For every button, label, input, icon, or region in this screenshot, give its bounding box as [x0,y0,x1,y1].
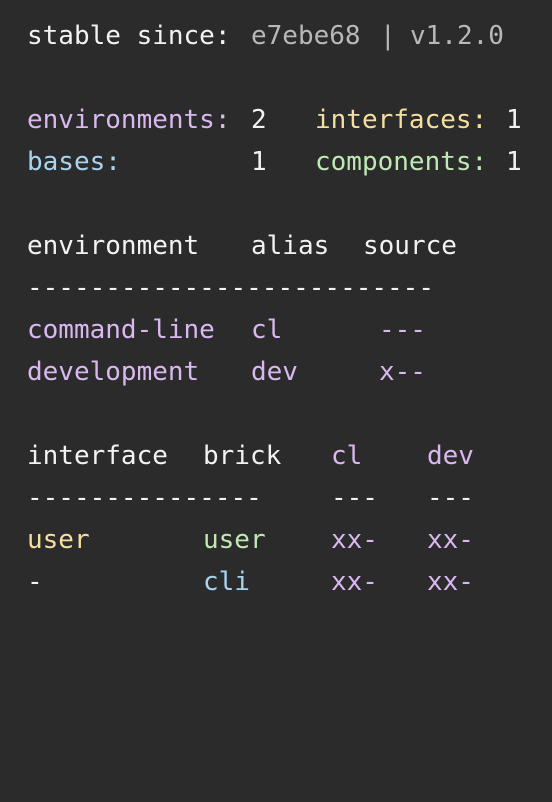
env-column-environment: environment [27,231,200,261]
bases-count: 1 [251,147,267,177]
version-number: v1.2.0 [410,21,504,51]
terminal-output: stable since: e7ebe68 | v1.2.0 environme… [0,0,552,620]
brick-column-dev: dev [427,441,474,471]
brick-cl-status: xx- [331,567,378,597]
stable-since-label: stable since: [27,21,231,51]
brick-cl-status: xx- [331,525,378,555]
bases-label: bases: [27,147,121,177]
env-column-alias: alias [251,231,330,261]
brick-interface: user [27,525,90,555]
env-name: command-line [27,315,215,345]
table-row: development dev x-- [27,352,426,392]
status-line: stable since: e7ebe68 | v1.2.0 [27,16,504,56]
commit-hash: e7ebe68 [251,21,361,51]
env-alias: cl [251,315,283,345]
table-row: command-line cl --- [27,310,426,350]
brick-interface: - [27,567,43,597]
summary-row-environments: environments: 2 interfaces: 1 [27,100,522,140]
brick-divider-main: --------------- [27,483,262,513]
status-separator: | [380,21,396,51]
components-count: 1 [506,147,522,177]
env-table-divider: -------------------------- [27,268,434,308]
brick-column-interface: interface [27,441,168,471]
brick-column-cl: cl [331,441,363,471]
table-row: - cli xx- xx- [27,562,474,602]
env-name: development [27,357,200,387]
brick-dev-status: xx- [427,525,474,555]
components-label: components: [315,147,488,177]
table-row: user user xx- xx- [27,520,474,560]
env-column-source: source [363,231,457,261]
interfaces-label: interfaces: [315,105,488,135]
environments-count: 2 [251,105,267,135]
brick-table-divider: --------------- --- --- [27,478,474,518]
brick-name: cli [203,567,250,597]
env-source: --- [379,315,426,345]
env-source: x-- [379,357,426,387]
brick-divider-cl: --- [331,483,378,513]
brick-divider-dev: --- [427,483,474,513]
env-divider-line: -------------------------- [27,273,434,303]
interfaces-count: 1 [506,105,522,135]
summary-row-bases: bases: 1 components: 1 [27,142,522,182]
brick-name: user [203,525,266,555]
brick-column-brick: brick [203,441,282,471]
env-table-header: environment alias source [27,226,457,266]
brick-table-header: interface brick cl dev [27,436,474,476]
environments-label: environments: [27,105,231,135]
env-alias: dev [251,357,298,387]
brick-dev-status: xx- [427,567,474,597]
